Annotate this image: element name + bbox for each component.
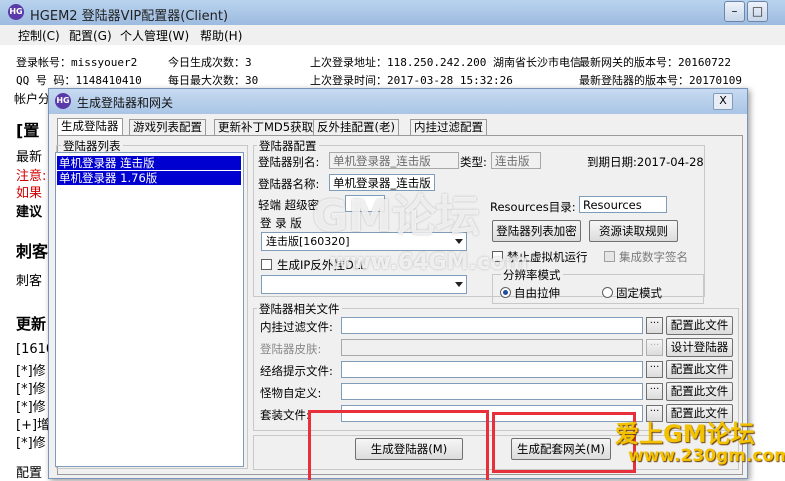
digital-sign-checkbox[interactable] <box>604 251 615 262</box>
dialog-title: 生成登陆器和网关 <box>77 96 174 110</box>
bg-log-line: [*]修 <box>16 436 46 451</box>
gen-anti-cheat-checkbox[interactable] <box>261 259 272 270</box>
launcher-config-group-label: 登陆器配置 <box>257 138 319 154</box>
digital-sign-label: 集成数字签名 <box>619 250 688 264</box>
menu-config[interactable]: 配置(G) <box>69 27 112 44</box>
type-label: 类型: <box>460 155 487 169</box>
type-input[interactable]: 连击版 <box>491 152 541 169</box>
tab-game-list[interactable]: 游戏列表配置 <box>129 119 206 135</box>
alias-input[interactable]: 单机登录器_连击版 <box>329 152 459 169</box>
maximize-button[interactable]: □ <box>747 1 768 22</box>
browse-button[interactable]: ··· <box>646 339 663 356</box>
file-row-label: 套装文件: <box>260 408 310 422</box>
bg-log-line: [*]修 <box>16 400 46 415</box>
menu-control[interactable]: 控制(C) <box>18 27 60 44</box>
login-account: 登录帐号：missyouer2 <box>16 56 138 69</box>
minimize-button[interactable]: – <box>724 1 745 22</box>
browse-button[interactable]: ··· <box>646 317 663 334</box>
dialog-titlebar: HG 生成登陆器和网关 X <box>49 89 747 114</box>
bg-cike-text: 刺客 <box>16 274 43 289</box>
client-version-label: 登 录 版 <box>260 216 302 230</box>
file-row-input[interactable] <box>341 383 643 400</box>
file-row-label: 怪物自定义: <box>260 386 322 400</box>
watermark-center-url: www.64GM.com <box>330 250 528 275</box>
launcher-list[interactable]: 单机登录器 连击版 单机登录器 1.76版 <box>55 152 244 467</box>
menu-help[interactable]: 帮助(H) <box>200 27 242 44</box>
file-row-label: 内挂过滤文件: <box>260 320 333 334</box>
list-item[interactable]: 单机登录器 1.76版 <box>57 171 241 185</box>
bg-section-heading: [置 <box>16 121 40 140</box>
highlight-box-launcher <box>308 410 489 480</box>
today-gen-count: 今日生成次数：3 <box>168 56 252 69</box>
file-row-label: 经络提示文件: <box>260 364 333 378</box>
app-logo-icon: HG <box>8 4 24 20</box>
fixed-mode-radio[interactable] <box>602 287 613 298</box>
watermark-center: GM论坛 <box>312 191 480 242</box>
tab-anti-cheat-old[interactable]: 反外挂配置(老) <box>313 119 399 135</box>
configure-file-button[interactable]: 配置此文件 <box>666 360 733 379</box>
watermark-corner-title: 爱上GM论坛 <box>615 420 755 448</box>
expire-date: 到期日期:2017-04-28 <box>587 155 704 169</box>
main-window-title: HGEM2 登陆器VIP配置器(Client) <box>30 9 229 24</box>
bg-if: 如果 <box>16 186 43 201</box>
browse-button[interactable]: ··· <box>646 383 663 400</box>
bg-log-line: [*]修 <box>16 382 46 397</box>
resource-rule-button[interactable]: 资源读取规则 <box>589 220 678 242</box>
list-encrypt-button[interactable]: 登陆器列表加密 <box>492 220 581 242</box>
resources-label: Resources目录: <box>490 200 576 214</box>
design-launcher-button[interactable]: 设计登陆器 <box>666 338 733 357</box>
alias-label: 登陆器别名: <box>258 155 320 169</box>
launcher-files-group-label: 登陆器相关文件 <box>257 301 342 317</box>
menu-personal[interactable]: 个人管理(W) <box>120 27 189 44</box>
free-stretch-radio[interactable] <box>500 287 511 298</box>
anti-cheat-combo[interactable] <box>261 275 467 294</box>
tab-generate-launcher[interactable]: 生成登陆器 <box>57 118 123 136</box>
dialog-close-button[interactable]: X <box>713 93 733 110</box>
menubar: 控制(C) 配置(G) 个人管理(W) 帮助(H) <box>0 25 785 45</box>
gateway-version: 最新网关的版本号：20160722 <box>579 56 731 69</box>
list-item[interactable]: 单机登录器 连击版 <box>57 156 241 170</box>
bg-log-line: [+]增 <box>16 418 51 433</box>
qq-number: QQ 号 码：1148410410 <box>16 74 142 87</box>
file-row-input[interactable] <box>341 317 643 334</box>
launcher-version: 最新登陆器的版本号：20170109 <box>579 74 742 87</box>
last-login-time: 上次登录时间：2017-03-28 15:32:26 <box>310 74 513 87</box>
last-login-address: 上次登录地址：118.250.242.200 湖南省长沙市电信 <box>310 56 581 69</box>
free-stretch-label: 自由拉伸 <box>514 286 560 300</box>
bg-account-text: 帐户分 <box>14 92 51 106</box>
file-row-input[interactable] <box>341 339 643 356</box>
daily-max-count: 每日最大次数：30 <box>168 74 259 87</box>
fixed-mode-label: 固定模式 <box>616 286 662 300</box>
file-row-input[interactable] <box>341 361 643 378</box>
watermark-corner-url: www.230gm.com <box>628 446 785 466</box>
bg-newest: 最新 <box>16 150 43 165</box>
file-row-label: 登陆器皮肤: <box>260 342 322 356</box>
bg-advice: 建议 <box>16 205 43 220</box>
bg-config: 配置 <box>16 466 43 481</box>
chevron-down-icon <box>455 282 463 287</box>
configure-file-button[interactable]: 配置此文件 <box>666 316 733 335</box>
main-titlebar: HG HGEM2 登陆器VIP配置器(Client) – □ <box>0 0 785 26</box>
bg-update-heading: 更新 <box>16 315 47 333</box>
configure-file-button[interactable]: 配置此文件 <box>666 382 733 401</box>
resources-input[interactable]: Resources <box>579 196 667 213</box>
bg-cike-heading: 刺客 <box>16 242 49 261</box>
tab-filter-config[interactable]: 内挂过滤配置 <box>410 119 487 135</box>
name-label: 登陆器名称: <box>258 177 320 191</box>
tab-md5[interactable]: 更新补丁MD5获取 <box>214 119 318 135</box>
light-client-label: 轻端 超级密 <box>258 198 320 212</box>
dialog-app-icon: HG <box>55 93 71 109</box>
browse-button[interactable]: ··· <box>646 361 663 378</box>
bg-log-line: [*]修 <box>16 364 46 379</box>
